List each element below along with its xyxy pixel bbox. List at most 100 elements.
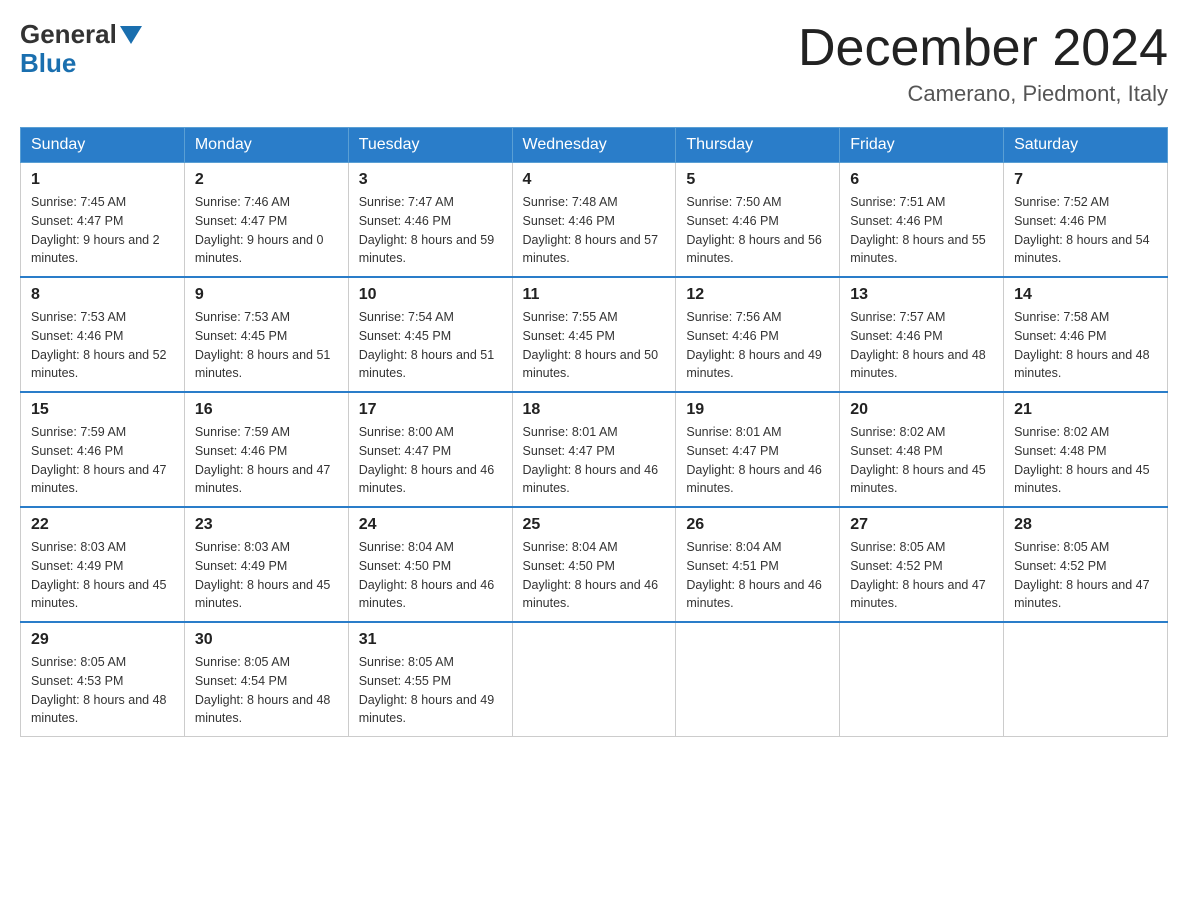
daylight-label: Daylight: 8 hours and 51 minutes. <box>359 348 495 381</box>
sunset-label: Sunset: 4:46 PM <box>850 329 942 343</box>
day-info: Sunrise: 8:05 AM Sunset: 4:52 PM Dayligh… <box>1014 538 1157 613</box>
header-monday: Monday <box>184 128 348 163</box>
daylight-label: Daylight: 8 hours and 46 minutes. <box>359 463 495 496</box>
sunrise-label: Sunrise: 7:48 AM <box>523 195 618 209</box>
calendar-day-cell: 29 Sunrise: 8:05 AM Sunset: 4:53 PM Dayl… <box>21 622 185 737</box>
day-info: Sunrise: 7:57 AM Sunset: 4:46 PM Dayligh… <box>850 308 993 383</box>
sunrise-label: Sunrise: 7:46 AM <box>195 195 290 209</box>
day-number: 13 <box>850 286 993 304</box>
day-info: Sunrise: 8:04 AM Sunset: 4:50 PM Dayligh… <box>359 538 502 613</box>
daylight-label: Daylight: 8 hours and 54 minutes. <box>1014 233 1150 266</box>
sunset-label: Sunset: 4:46 PM <box>195 444 287 458</box>
calendar-week-row: 15 Sunrise: 7:59 AM Sunset: 4:46 PM Dayl… <box>21 392 1168 507</box>
calendar-table: Sunday Monday Tuesday Wednesday Thursday… <box>20 127 1168 737</box>
sunset-label: Sunset: 4:53 PM <box>31 674 123 688</box>
day-info: Sunrise: 7:54 AM Sunset: 4:45 PM Dayligh… <box>359 308 502 383</box>
header-wednesday: Wednesday <box>512 128 676 163</box>
calendar-day-cell: 20 Sunrise: 8:02 AM Sunset: 4:48 PM Dayl… <box>840 392 1004 507</box>
day-info: Sunrise: 8:02 AM Sunset: 4:48 PM Dayligh… <box>850 423 993 498</box>
calendar-day-cell: 6 Sunrise: 7:51 AM Sunset: 4:46 PM Dayli… <box>840 163 1004 278</box>
sunrise-label: Sunrise: 8:04 AM <box>523 540 618 554</box>
calendar-day-cell <box>676 622 840 737</box>
sunrise-label: Sunrise: 8:05 AM <box>1014 540 1109 554</box>
day-number: 29 <box>31 631 174 649</box>
sunrise-label: Sunrise: 8:05 AM <box>31 655 126 669</box>
daylight-label: Daylight: 8 hours and 55 minutes. <box>850 233 986 266</box>
daylight-label: Daylight: 8 hours and 47 minutes. <box>850 578 986 611</box>
sunrise-label: Sunrise: 7:50 AM <box>686 195 781 209</box>
calendar-day-cell: 27 Sunrise: 8:05 AM Sunset: 4:52 PM Dayl… <box>840 507 1004 622</box>
sunrise-label: Sunrise: 7:53 AM <box>31 310 126 324</box>
sunrise-label: Sunrise: 7:45 AM <box>31 195 126 209</box>
sunrise-label: Sunrise: 7:58 AM <box>1014 310 1109 324</box>
sunrise-label: Sunrise: 7:59 AM <box>31 425 126 439</box>
day-number: 31 <box>359 631 502 649</box>
sunset-label: Sunset: 4:47 PM <box>31 214 123 228</box>
day-number: 15 <box>31 401 174 419</box>
daylight-label: Daylight: 8 hours and 48 minutes. <box>1014 348 1150 381</box>
sunset-label: Sunset: 4:45 PM <box>195 329 287 343</box>
day-number: 20 <box>850 401 993 419</box>
calendar-day-cell: 28 Sunrise: 8:05 AM Sunset: 4:52 PM Dayl… <box>1004 507 1168 622</box>
header-thursday: Thursday <box>676 128 840 163</box>
day-info: Sunrise: 8:04 AM Sunset: 4:51 PM Dayligh… <box>686 538 829 613</box>
calendar-day-cell: 13 Sunrise: 7:57 AM Sunset: 4:46 PM Dayl… <box>840 277 1004 392</box>
calendar-week-row: 29 Sunrise: 8:05 AM Sunset: 4:53 PM Dayl… <box>21 622 1168 737</box>
day-number: 21 <box>1014 401 1157 419</box>
sunrise-label: Sunrise: 7:52 AM <box>1014 195 1109 209</box>
month-title: December 2024 <box>798 20 1168 77</box>
calendar-day-cell <box>512 622 676 737</box>
day-info: Sunrise: 8:03 AM Sunset: 4:49 PM Dayligh… <box>31 538 174 613</box>
calendar-day-cell: 9 Sunrise: 7:53 AM Sunset: 4:45 PM Dayli… <box>184 277 348 392</box>
daylight-label: Daylight: 9 hours and 2 minutes. <box>31 233 160 266</box>
calendar-day-cell: 1 Sunrise: 7:45 AM Sunset: 4:47 PM Dayli… <box>21 163 185 278</box>
daylight-label: Daylight: 8 hours and 56 minutes. <box>686 233 822 266</box>
day-info: Sunrise: 7:59 AM Sunset: 4:46 PM Dayligh… <box>195 423 338 498</box>
sunrise-label: Sunrise: 8:03 AM <box>195 540 290 554</box>
sunrise-label: Sunrise: 8:04 AM <box>686 540 781 554</box>
sunset-label: Sunset: 4:52 PM <box>1014 559 1106 573</box>
calendar-day-cell: 8 Sunrise: 7:53 AM Sunset: 4:46 PM Dayli… <box>21 277 185 392</box>
daylight-label: Daylight: 8 hours and 46 minutes. <box>523 578 659 611</box>
calendar-day-cell: 21 Sunrise: 8:02 AM Sunset: 4:48 PM Dayl… <box>1004 392 1168 507</box>
logo-general-text: General <box>20 20 117 49</box>
day-number: 22 <box>31 516 174 534</box>
daylight-label: Daylight: 9 hours and 0 minutes. <box>195 233 324 266</box>
daylight-label: Daylight: 8 hours and 45 minutes. <box>31 578 167 611</box>
logo-blue-text: Blue <box>20 48 76 78</box>
calendar-day-cell: 11 Sunrise: 7:55 AM Sunset: 4:45 PM Dayl… <box>512 277 676 392</box>
sunrise-label: Sunrise: 7:57 AM <box>850 310 945 324</box>
day-info: Sunrise: 7:50 AM Sunset: 4:46 PM Dayligh… <box>686 193 829 268</box>
calendar-day-cell: 3 Sunrise: 7:47 AM Sunset: 4:46 PM Dayli… <box>348 163 512 278</box>
logo-arrow-icon <box>120 26 142 44</box>
sunrise-label: Sunrise: 8:02 AM <box>850 425 945 439</box>
calendar-day-cell: 22 Sunrise: 8:03 AM Sunset: 4:49 PM Dayl… <box>21 507 185 622</box>
day-number: 3 <box>359 171 502 189</box>
day-info: Sunrise: 7:48 AM Sunset: 4:46 PM Dayligh… <box>523 193 666 268</box>
sunset-label: Sunset: 4:49 PM <box>195 559 287 573</box>
day-number: 25 <box>523 516 666 534</box>
day-info: Sunrise: 7:53 AM Sunset: 4:45 PM Dayligh… <box>195 308 338 383</box>
day-number: 5 <box>686 171 829 189</box>
day-number: 12 <box>686 286 829 304</box>
day-number: 26 <box>686 516 829 534</box>
sunset-label: Sunset: 4:48 PM <box>850 444 942 458</box>
sunrise-label: Sunrise: 8:05 AM <box>850 540 945 554</box>
day-number: 27 <box>850 516 993 534</box>
calendar-week-row: 22 Sunrise: 8:03 AM Sunset: 4:49 PM Dayl… <box>21 507 1168 622</box>
calendar-header-row: Sunday Monday Tuesday Wednesday Thursday… <box>21 128 1168 163</box>
sunrise-label: Sunrise: 7:59 AM <box>195 425 290 439</box>
day-number: 16 <box>195 401 338 419</box>
day-number: 2 <box>195 171 338 189</box>
daylight-label: Daylight: 8 hours and 45 minutes. <box>1014 463 1150 496</box>
day-info: Sunrise: 7:46 AM Sunset: 4:47 PM Dayligh… <box>195 193 338 268</box>
calendar-day-cell: 7 Sunrise: 7:52 AM Sunset: 4:46 PM Dayli… <box>1004 163 1168 278</box>
day-number: 19 <box>686 401 829 419</box>
sunset-label: Sunset: 4:46 PM <box>359 214 451 228</box>
sunrise-label: Sunrise: 8:01 AM <box>686 425 781 439</box>
sunset-label: Sunset: 4:48 PM <box>1014 444 1106 458</box>
sunset-label: Sunset: 4:46 PM <box>31 444 123 458</box>
sunset-label: Sunset: 4:47 PM <box>195 214 287 228</box>
logo: General Blue <box>20 20 142 77</box>
day-info: Sunrise: 7:47 AM Sunset: 4:46 PM Dayligh… <box>359 193 502 268</box>
